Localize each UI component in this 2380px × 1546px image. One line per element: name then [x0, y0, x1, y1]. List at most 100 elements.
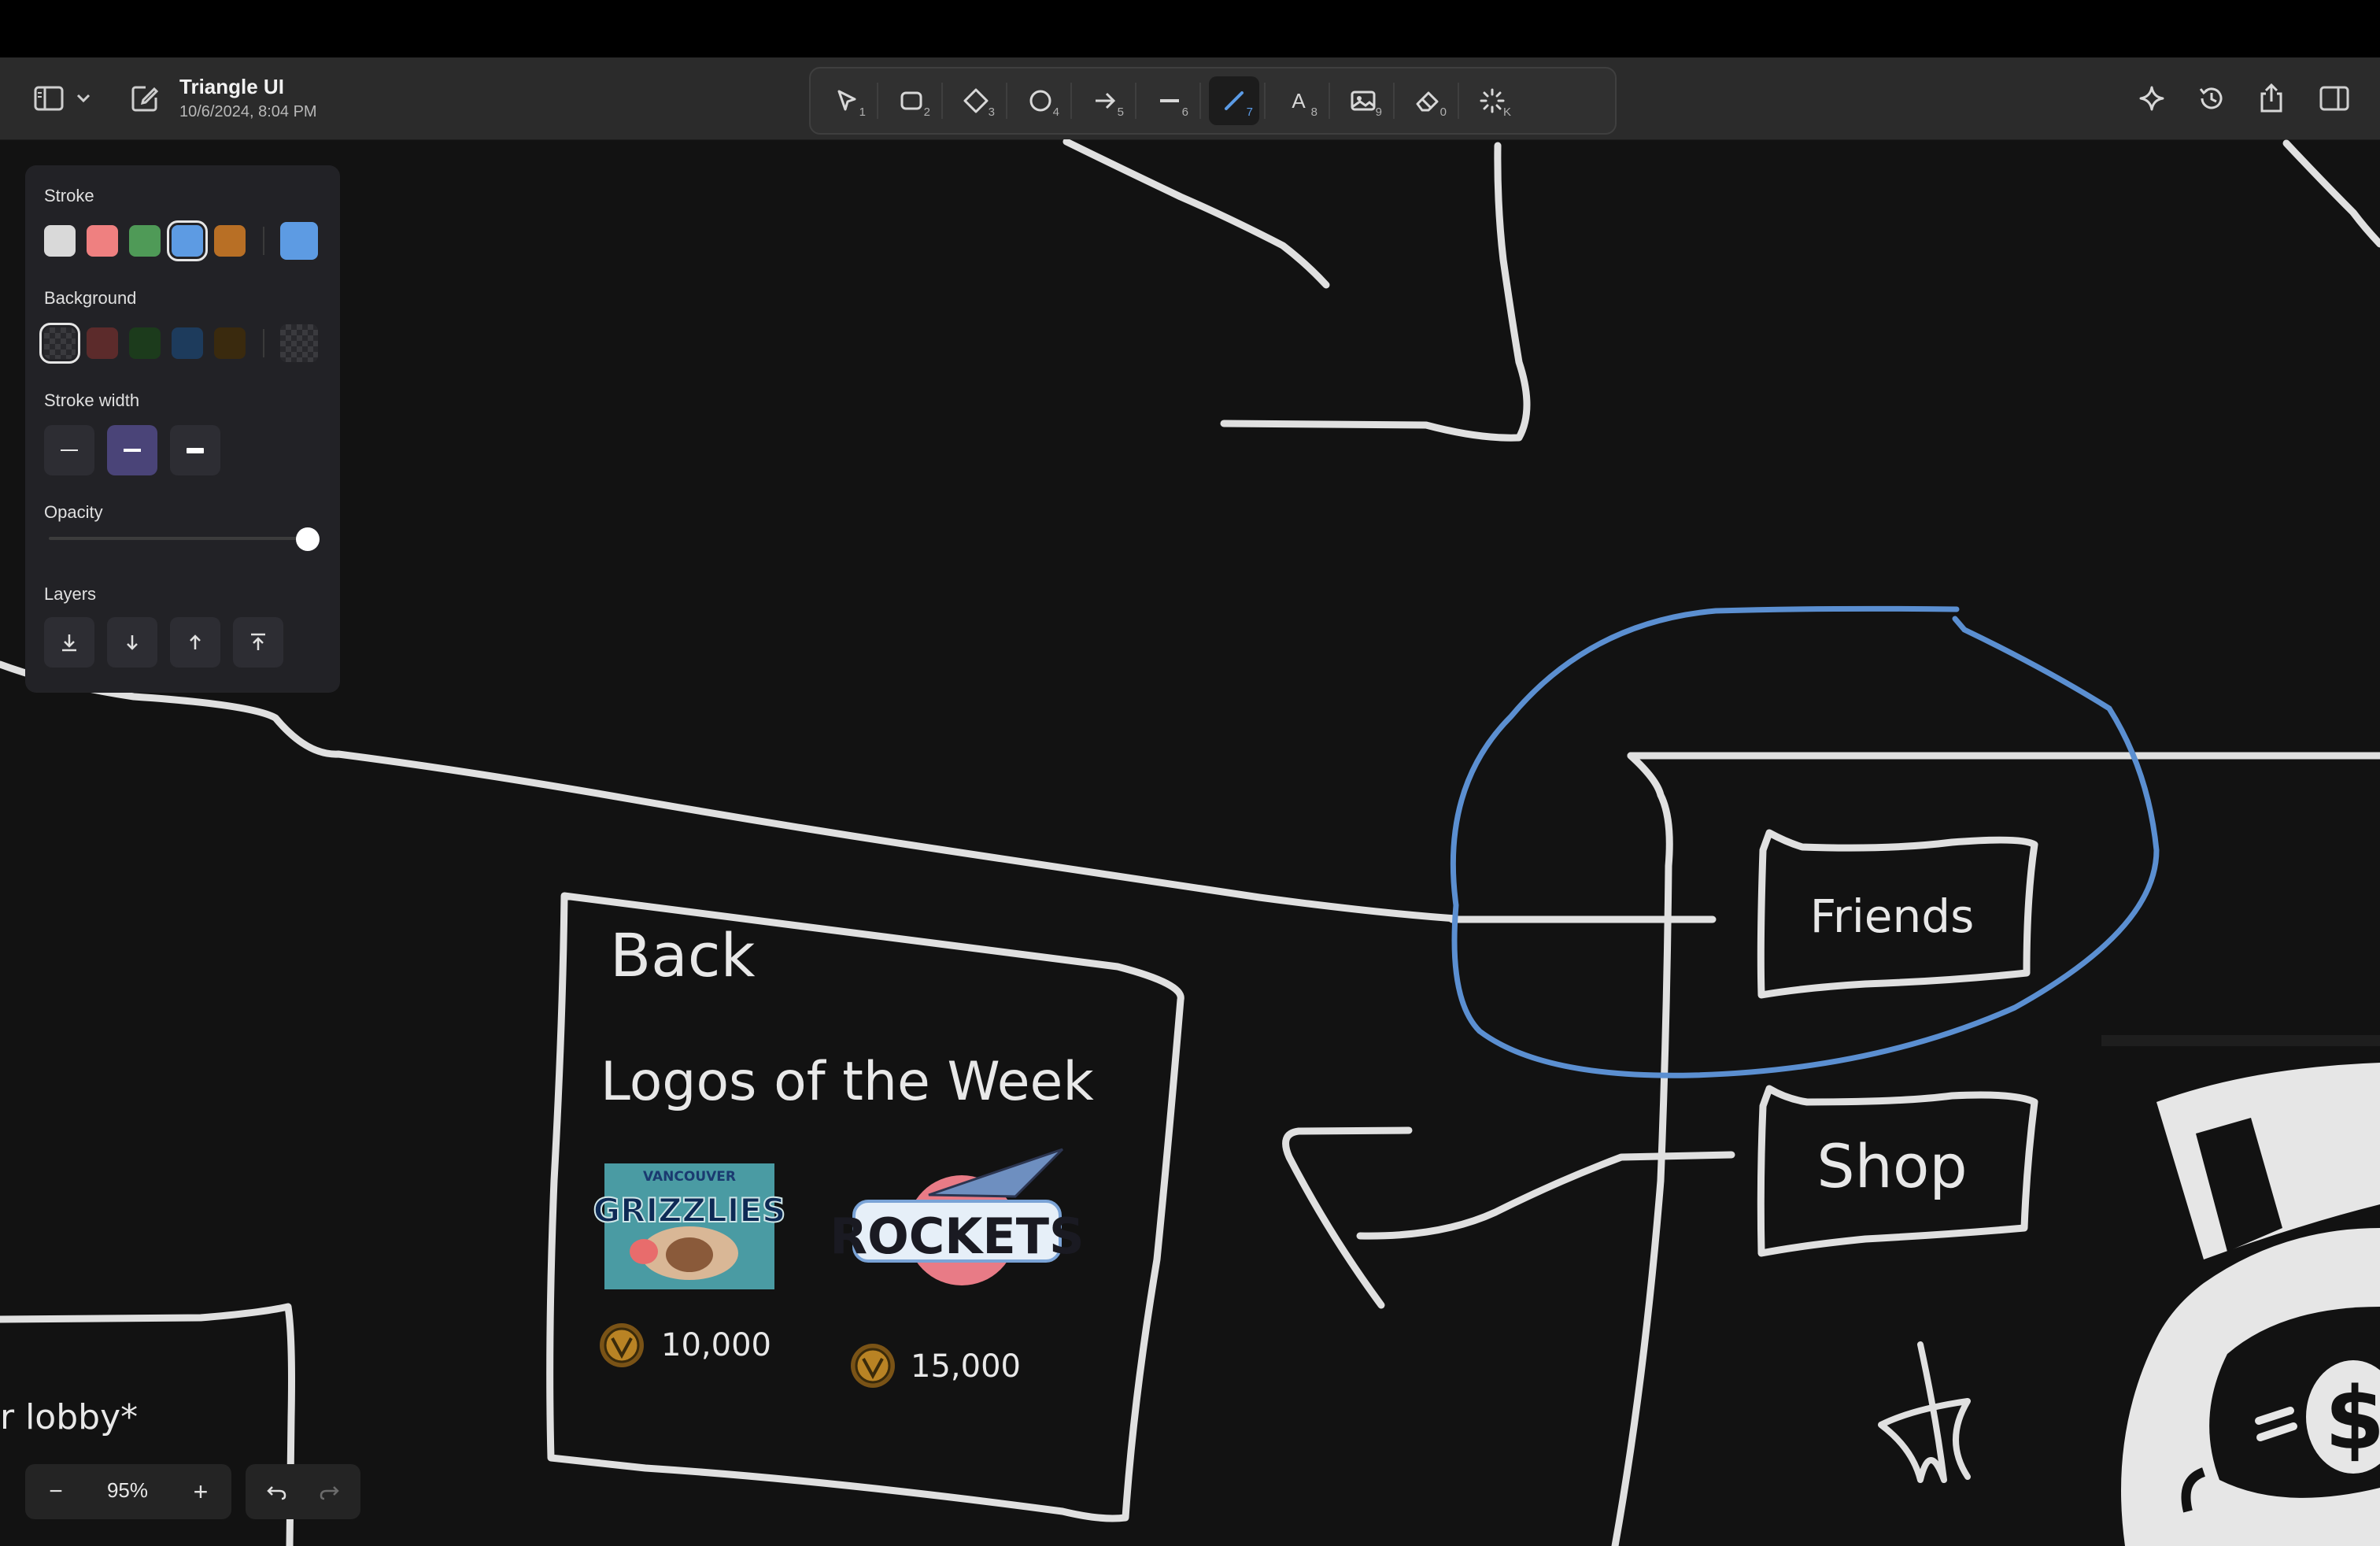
tool-divider — [1264, 83, 1266, 119]
price-text: 15,000 — [911, 1348, 1021, 1385]
background-swatch-red[interactable] — [87, 327, 118, 359]
sketch-stroke — [1282, 1126, 1413, 1309]
lobby-text: r lobby* — [0, 1397, 138, 1437]
tool-divider — [1393, 83, 1395, 119]
window-top-bar — [0, 0, 2380, 57]
image-tool[interactable]: 9 — [1338, 76, 1388, 125]
arrow-icon — [1096, 92, 1116, 109]
sparkle-icon[interactable] — [2130, 78, 2174, 119]
chevron-down-icon[interactable] — [69, 78, 98, 119]
grizzlies-logo[interactable]: VANCOUVER GRIZZLIES — [593, 1163, 786, 1289]
diamond-tool[interactable]: 3 — [951, 76, 1001, 125]
eraser-icon — [1416, 91, 1439, 112]
card-title: Logos of the Week — [601, 1051, 1094, 1113]
stroke-width-thin[interactable] — [44, 425, 94, 475]
ellipse-icon — [1029, 90, 1051, 112]
logo-main-text: GRIZZLIES — [593, 1191, 786, 1230]
layers-label: Layers — [44, 584, 97, 604]
zoom-in-button[interactable]: + — [179, 1470, 222, 1513]
background-label: Background — [44, 288, 137, 308]
diamond-icon — [963, 88, 989, 113]
rectangle-icon — [900, 91, 922, 110]
stroke-swatch-red[interactable] — [87, 225, 118, 257]
background-swatch-blue[interactable] — [172, 327, 203, 359]
sketch-stroke — [1220, 142, 1531, 442]
shortcut-label: 6 — [1181, 105, 1188, 119]
logo-top-text: VANCOUVER — [643, 1169, 736, 1185]
cursor-icon — [837, 90, 856, 111]
stroke-swatch-blue[interactable] — [167, 220, 208, 261]
pen-tool[interactable]: 7 — [1209, 76, 1259, 125]
back-label[interactable]: Back — [610, 920, 756, 990]
stroke-width-thick[interactable] — [170, 425, 220, 475]
dollar-sign: $ — [2325, 1368, 2380, 1469]
line-tool[interactable]: 6 — [1144, 76, 1195, 125]
stroke-color-picker[interactable] — [280, 222, 318, 260]
swatch-divider — [263, 227, 264, 255]
laser-icon — [1480, 88, 1505, 113]
stroke-label: Stroke — [44, 186, 94, 205]
background-swatch-brown[interactable] — [214, 327, 246, 359]
stroke-swatch-light-gray[interactable] — [44, 225, 76, 257]
sketch-stroke — [2282, 139, 2380, 248]
rockets-logo[interactable]: ROCKETS — [830, 1148, 1085, 1285]
arrow-tool[interactable]: 5 — [1080, 76, 1130, 125]
drawing-canvas[interactable]: Back Logos of the Week VANCOUVER GRIZZLI… — [0, 139, 2380, 1546]
zoom-level[interactable]: 95% — [80, 1478, 175, 1503]
background-swatch-green[interactable] — [129, 327, 161, 359]
background-swatch-transparent[interactable] — [39, 323, 80, 364]
opacity-slider-track[interactable] — [49, 537, 313, 540]
stroke-swatch-green[interactable] — [129, 225, 161, 257]
text-icon: A — [1292, 88, 1306, 113]
app-toolbar: Triangle UI 10/6/2024, 8:04 PM 1 2 3 4 5 — [0, 57, 2380, 140]
opacity-slider-thumb[interactable] — [296, 527, 320, 551]
tool-divider — [1135, 83, 1136, 119]
document-title[interactable]: Triangle UI — [179, 75, 284, 99]
shortcut-label: 3 — [988, 105, 995, 119]
properties-panel: Stroke Background Stroke width Opacity L… — [25, 165, 340, 693]
stroke-width-label: Stroke width — [44, 390, 140, 410]
ellipse-tool[interactable]: 4 — [1015, 76, 1066, 125]
bring-to-front-icon[interactable] — [233, 617, 283, 668]
stroke-width-medium[interactable] — [107, 425, 157, 475]
friends-label[interactable]: Friends — [1810, 890, 1975, 943]
tool-divider — [1006, 83, 1007, 119]
laser-tool[interactable]: K — [1467, 76, 1517, 125]
price-text: 10,000 — [661, 1327, 771, 1363]
shop-label[interactable]: Shop — [1816, 1131, 1967, 1201]
pen-icon — [1225, 91, 1244, 110]
sidebar-toggle-icon[interactable] — [27, 78, 71, 119]
shortcut-label: 7 — [1246, 105, 1253, 119]
undo-icon[interactable] — [253, 1470, 301, 1513]
tool-divider — [941, 83, 943, 119]
sketch-stroke — [1356, 1151, 1735, 1240]
new-note-icon[interactable] — [123, 78, 167, 119]
stroke-swatch-orange[interactable] — [214, 225, 246, 257]
zoom-out-button[interactable]: − — [35, 1470, 77, 1513]
bring-forward-icon[interactable] — [170, 617, 220, 668]
eraser-tool[interactable]: 0 — [1402, 76, 1453, 125]
logo-main-text: ROCKETS — [830, 1208, 1084, 1265]
send-backward-icon[interactable] — [107, 617, 157, 668]
tool-divider — [1458, 83, 1459, 119]
coin-icon — [851, 1344, 895, 1388]
sketch-stroke — [1611, 752, 1673, 1546]
redo-icon[interactable] — [305, 1470, 353, 1513]
right-sidebar-icon[interactable] — [2312, 78, 2356, 119]
rectangle-tool[interactable]: 2 — [886, 76, 937, 125]
tool-divider — [1329, 83, 1330, 119]
history-icon[interactable] — [2190, 78, 2234, 119]
text-tool[interactable]: A 8 — [1273, 76, 1324, 125]
select-tool[interactable]: 1 — [822, 76, 872, 125]
tool-divider — [1199, 83, 1201, 119]
coin-icon — [600, 1323, 644, 1367]
share-icon[interactable] — [2249, 78, 2293, 119]
shortcut-label: 2 — [923, 105, 930, 119]
zoom-controls: − 95% + — [25, 1464, 231, 1519]
send-to-back-icon[interactable] — [44, 617, 94, 668]
background-color-picker[interactable] — [280, 324, 318, 362]
image-icon — [1351, 91, 1376, 111]
shortcut-label: 4 — [1052, 105, 1059, 119]
blue-circle-stroke — [1450, 605, 2160, 1078]
history-controls — [246, 1464, 360, 1519]
